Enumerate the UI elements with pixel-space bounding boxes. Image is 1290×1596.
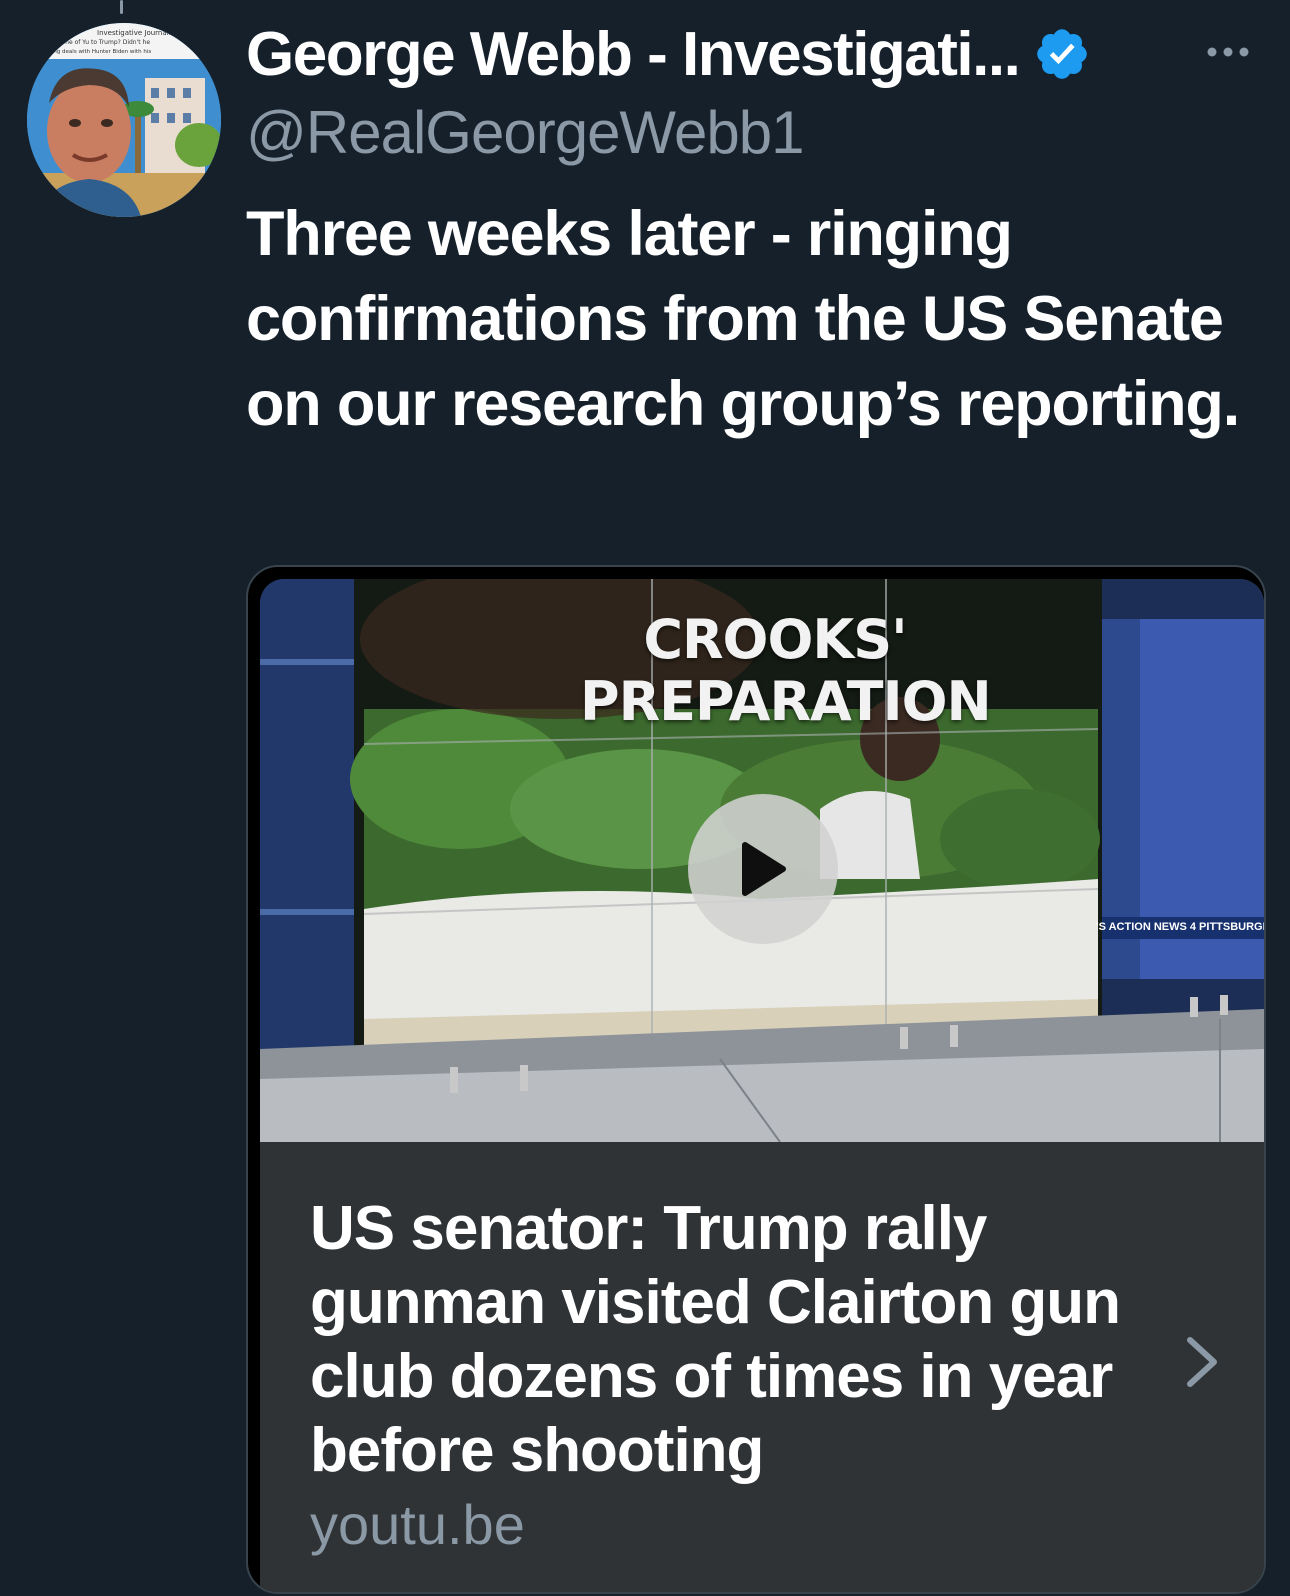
video-thumbnail[interactable]: CROOKS' PREPARATION 'S ACTION NEWS 4 PIT… xyxy=(260,579,1264,1142)
verified-badge-icon[interactable] xyxy=(1033,25,1091,83)
link-card[interactable]: CROOKS' PREPARATION 'S ACTION NEWS 4 PIT… xyxy=(246,565,1266,1594)
channel-logo: 'S ACTION NEWS 4 PITTSBURGH xyxy=(1096,921,1264,933)
overlay-title-line-2: PREPARATION xyxy=(580,670,992,733)
tweet-text: Three weeks later - ringing confirmation… xyxy=(246,199,1240,439)
link-card-body[interactable]: US senator: Trump rally gunman visited C… xyxy=(260,1142,1264,1592)
user-handle[interactable]: @RealGeorgeWebb1 xyxy=(246,98,1266,167)
link-card-inner: CROOKS' PREPARATION 'S ACTION NEWS 4 PIT… xyxy=(260,579,1264,1592)
avatar-caption-1: Investigative Journalist xyxy=(97,29,177,37)
thread-connector-line xyxy=(120,0,123,14)
more-button[interactable] xyxy=(1196,20,1260,84)
avatar-caption-3: Long deals with Hunter Biden with his xyxy=(47,49,151,55)
link-card-domain: youtu.be xyxy=(310,1493,525,1556)
link-card-title: US senator: Trump rally gunman visited C… xyxy=(310,1194,1121,1485)
more-dots-icon xyxy=(1207,47,1249,57)
avatar-image: Investigative Journalist Name of Yu to T… xyxy=(27,23,221,217)
video-overlay-title: CROOKS' PREPARATION xyxy=(580,608,992,733)
play-icon xyxy=(742,842,786,896)
chevron-right-icon xyxy=(1187,1337,1217,1387)
name-row: George Webb - Investigati... xyxy=(246,14,1266,94)
overlay-title-line-1: CROOKS' xyxy=(643,608,907,671)
avatar[interactable]: Investigative Journalist Name of Yu to T… xyxy=(27,23,221,217)
avatar-caption-2: Name of Yu to Trump? Didn't he xyxy=(55,39,150,46)
display-name[interactable]: George Webb - Investigati... xyxy=(246,19,1021,90)
tweet-header: George Webb - Investigati... @RealGeorge… xyxy=(246,14,1266,184)
play-button[interactable] xyxy=(688,794,838,944)
tweet[interactable]: Investigative Journalist Name of Yu to T… xyxy=(0,0,1290,1596)
